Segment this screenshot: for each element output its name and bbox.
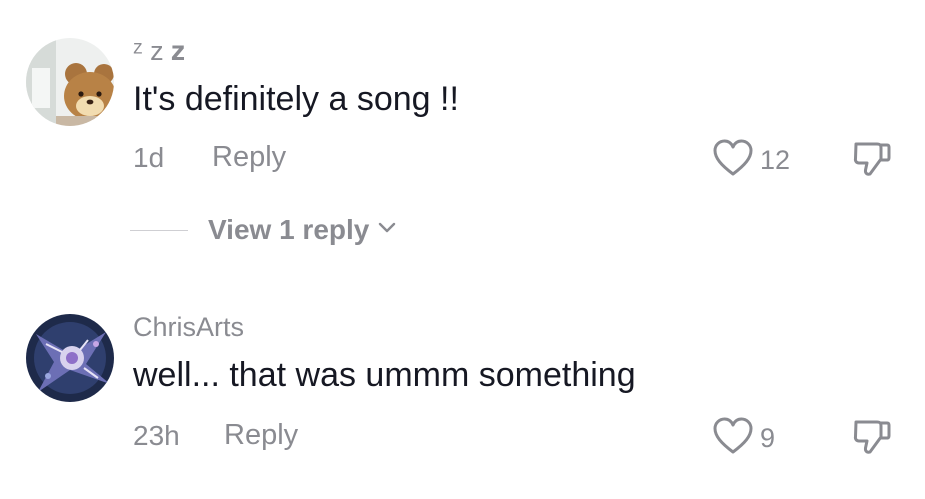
divider-line (130, 229, 188, 231)
like-button[interactable]: 12 (712, 138, 790, 183)
heart-outline-icon (712, 138, 754, 183)
chevron-down-icon (377, 221, 397, 240)
comment-timestamp: 1d (133, 142, 165, 173)
thumbs-down-icon (850, 142, 894, 184)
heart-outline-icon (712, 416, 754, 461)
like-count: 9 (760, 423, 776, 453)
avatar[interactable] (26, 38, 114, 126)
comment-text: It's definitely a song !! (133, 80, 459, 118)
reply-button[interactable]: Reply (212, 141, 286, 174)
thumbs-down-icon (850, 420, 894, 462)
like-count: 12 (760, 145, 791, 175)
avatar-image (26, 38, 114, 126)
reply-button[interactable]: Reply (224, 419, 298, 452)
avatar-image (26, 314, 114, 402)
view-replies-button[interactable]: View 1 reply (130, 210, 397, 250)
avatar[interactable] (26, 314, 114, 402)
dislike-button[interactable] (850, 136, 894, 180)
like-button[interactable]: 9 (712, 416, 775, 461)
comment-username[interactable]: ᶻ z 𝐳 (133, 36, 185, 68)
dislike-button[interactable] (850, 414, 894, 458)
view-replies-label: View 1 reply (208, 214, 370, 245)
comment-username[interactable]: ChrisArts (133, 312, 244, 343)
comment-timestamp: 23h (133, 420, 180, 451)
comment-text: well... that was ummm something (133, 356, 636, 394)
